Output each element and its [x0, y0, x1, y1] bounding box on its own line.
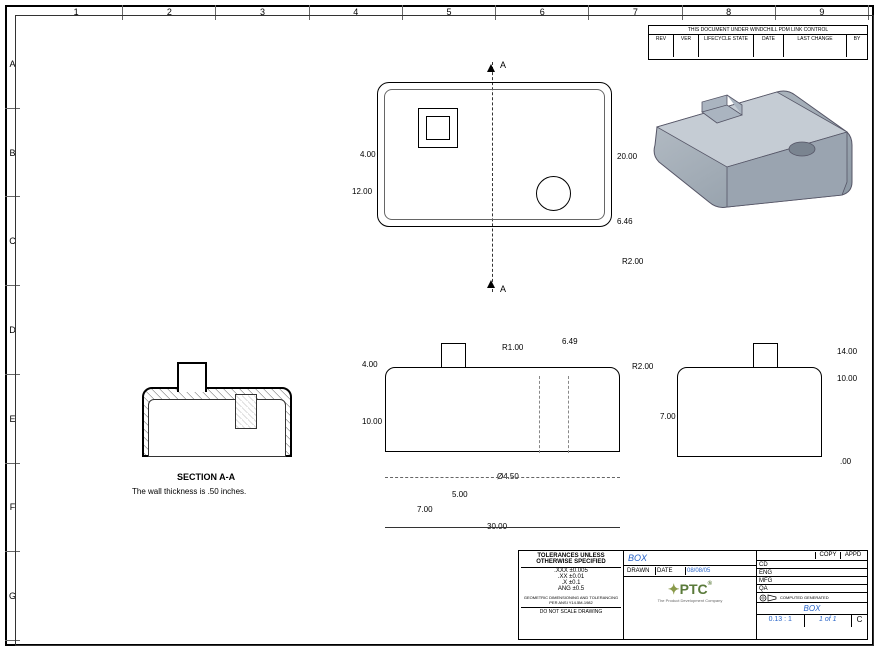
dim-7: 7.00	[417, 505, 433, 514]
date-value: 08/08/05	[686, 567, 711, 575]
isometric-view	[647, 67, 857, 212]
ptc-text: PTC	[680, 581, 708, 597]
dim-20: 20.00	[617, 152, 637, 161]
rev-col-change: LAST CHANGE	[784, 35, 847, 57]
dim-6.49: 6.49	[562, 337, 578, 346]
qa-label: QA	[759, 586, 768, 592]
section-view	[142, 362, 292, 457]
drawing-title: BOX	[624, 551, 756, 566]
tol-4: ANG ±0.5	[521, 586, 621, 592]
ptc-logo: ✦PTC® The Product Development Company	[624, 577, 756, 607]
sheet-value: 1 of 1	[805, 615, 853, 627]
rev-col-ver: VER	[674, 35, 699, 57]
cut-label-a-top: A	[500, 60, 506, 70]
approval-column: COPYAPPD CD ENG MFG QA COMPUTED GENERATE…	[757, 551, 867, 639]
section-cavity	[148, 399, 286, 457]
top-view	[377, 82, 612, 227]
rev-col-rev: REV	[649, 35, 674, 57]
dim-0: .00	[840, 457, 851, 466]
cd-label: CD	[759, 562, 768, 568]
date-label: DATE	[656, 567, 686, 575]
mfg-label: MFG	[759, 578, 772, 584]
scale-value: 0.13 : 1	[757, 615, 805, 627]
side-view	[677, 367, 822, 457]
rev-col-state: LIFECYCLE STATE	[699, 35, 754, 57]
title-repeat: BOX	[757, 603, 867, 615]
dim-line-30	[385, 527, 620, 528]
computer-gen: COMPUTED GENERATED	[780, 595, 829, 600]
front-boss	[441, 343, 466, 368]
title-block: TOLERANCES UNLESS OTHERWISE SPECIFIED .X…	[518, 550, 868, 640]
hidden-hole-lines	[539, 376, 569, 453]
dim-6.46: 6.46	[617, 217, 633, 226]
appd-label: APPD	[840, 552, 865, 559]
projection-icon	[759, 594, 777, 602]
revision-block: THIS DOCUMENT UNDER WINDCHILL PDM LINK C…	[648, 25, 868, 60]
dim-r2-top: R2.00	[622, 257, 643, 266]
dim-boss-4: 4.00	[360, 150, 376, 159]
ptc-tagline: The Product Development Company	[628, 598, 752, 603]
dim-4-front: 4.00	[362, 360, 378, 369]
dim-10-front: 10.00	[362, 417, 382, 426]
dim-7-side: 7.00	[660, 412, 676, 421]
dim-5: 5.00	[452, 490, 468, 499]
hole-top	[536, 176, 571, 211]
dim-12: 12.00	[352, 187, 372, 196]
arrow-up-icon-2	[487, 280, 495, 288]
tolerances-column: TOLERANCES UNLESS OTHERWISE SPECIFIED .X…	[519, 551, 624, 639]
rev-col-date: DATE	[754, 35, 784, 57]
drawn-label: DRAWN	[626, 567, 656, 575]
dim-10-side: 10.00	[837, 374, 857, 383]
drawing-area: THIS DOCUMENT UNDER WINDCHILL PDM LINK C…	[22, 22, 871, 643]
copy-label: COPY	[815, 552, 840, 559]
sheet-size: C	[852, 615, 867, 627]
wall-thickness-note: The wall thickness is .50 inches.	[132, 487, 246, 496]
cut-label-a-bottom: A	[500, 284, 506, 294]
rev-header: THIS DOCUMENT UNDER WINDCHILL PDM LINK C…	[649, 26, 867, 35]
eng-label: ENG	[759, 570, 772, 576]
arrow-up-icon	[487, 64, 495, 72]
square-boss-top	[418, 108, 458, 148]
centerline-1	[385, 477, 620, 478]
tol-header: TOLERANCES UNLESS OTHERWISE SPECIFIED	[521, 553, 621, 568]
section-hole-wall	[235, 394, 257, 429]
square-boss-inner	[426, 116, 450, 140]
dim-r1: R1.00	[502, 343, 523, 352]
section-label: SECTION A-A	[177, 472, 235, 482]
gdt-note: GEOMETRIC DIMENSIONING AND TOLERANCING P…	[521, 595, 621, 605]
dim-r2-front: R2.00	[632, 362, 653, 371]
no-scale: DO NOT SCALE DRAWING	[521, 607, 621, 615]
side-boss	[753, 343, 778, 368]
rev-col-by: BY	[847, 35, 867, 57]
dim-14: 14.00	[837, 347, 857, 356]
front-view	[385, 367, 620, 452]
section-boss	[177, 362, 207, 392]
title-column: BOX DRAWN DATE 08/08/05 ✦PTC® The Produc…	[624, 551, 757, 639]
